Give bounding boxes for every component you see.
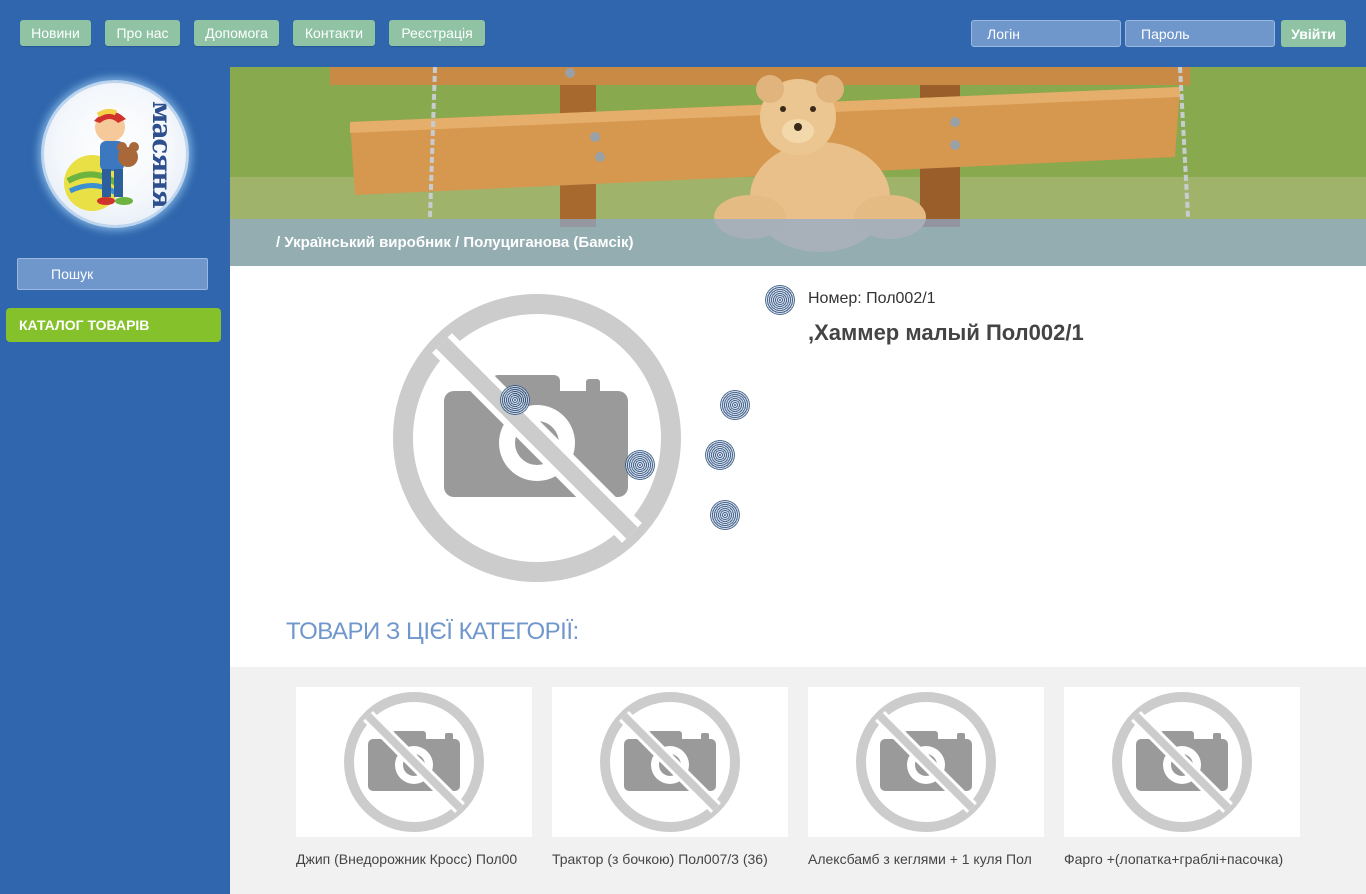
breadcrumb-bar: / Український виробник / Полуциганова (Б…: [230, 219, 1366, 266]
login-input[interactable]: Логін: [971, 20, 1121, 47]
top-bar: Новини Про нас Допомога Контакти Реєстра…: [0, 0, 1366, 67]
nav-item-register[interactable]: Реєстрація: [389, 20, 485, 46]
nav-item-about[interactable]: Про нас: [105, 20, 180, 46]
nav-item-help[interactable]: Допомога: [194, 20, 279, 46]
related-product-card[interactable]: [296, 687, 532, 837]
nav-item-contacts[interactable]: Контакти: [293, 20, 375, 46]
related-product-card[interactable]: [808, 687, 1044, 837]
loading-spinner: [705, 440, 735, 470]
no-photo-icon: [344, 692, 484, 832]
no-photo-icon: [1112, 692, 1252, 832]
related-products: Джип (Внедорожник Кросс) Пол00 Трактор (…: [230, 667, 1366, 894]
main-content: Номер: Пол002/1 ,Хаммер малый Пол002/1 Т…: [230, 266, 1366, 894]
related-section-title: ТОВАРИ З ЦІЄЇ КАТЕГОРІЇ:: [286, 618, 579, 645]
loading-spinner: [625, 450, 655, 480]
loading-spinner: [765, 285, 795, 315]
password-input[interactable]: Пароль: [1125, 20, 1275, 47]
search-input[interactable]: Пошук: [17, 258, 208, 290]
header-banner: / Український виробник / Полуциганова (Б…: [230, 67, 1366, 266]
no-photo-icon: [856, 692, 996, 832]
related-product-name[interactable]: Трактор (з бочкою) Пол007/3 (36): [552, 851, 792, 867]
related-product-name[interactable]: Джип (Внедорожник Кросс) Пол00: [296, 851, 532, 867]
loading-spinner: [720, 390, 750, 420]
product-title: ,Хаммер малый Пол002/1: [808, 320, 1084, 345]
related-product-card[interactable]: [1064, 687, 1300, 837]
site-logo[interactable]: масяня: [41, 80, 189, 228]
login-button[interactable]: Увійти: [1281, 20, 1346, 47]
product-image-placeholder[interactable]: [392, 293, 682, 583]
logo-text: масяня: [146, 101, 176, 208]
sidebar: масяня Пошук КАТАЛОГ ТОВАРІВ: [0, 67, 230, 894]
related-product-name[interactable]: Фарго +(лопатка+граблі+пасочка): [1064, 851, 1304, 867]
related-product-name[interactable]: Алексбамб з кеглями + 1 куля Пол: [808, 851, 1044, 867]
breadcrumb[interactable]: / Український виробник / Полуциганова (Б…: [276, 234, 633, 251]
no-photo-icon: [600, 692, 740, 832]
catalog-button[interactable]: КАТАЛОГ ТОВАРІВ: [6, 308, 221, 342]
related-product-card[interactable]: [552, 687, 788, 837]
nav-item-news[interactable]: Новини: [20, 20, 91, 46]
loading-spinner: [500, 385, 530, 415]
product-number: Номер: Пол002/1: [808, 290, 936, 307]
loading-spinner: [710, 500, 740, 530]
